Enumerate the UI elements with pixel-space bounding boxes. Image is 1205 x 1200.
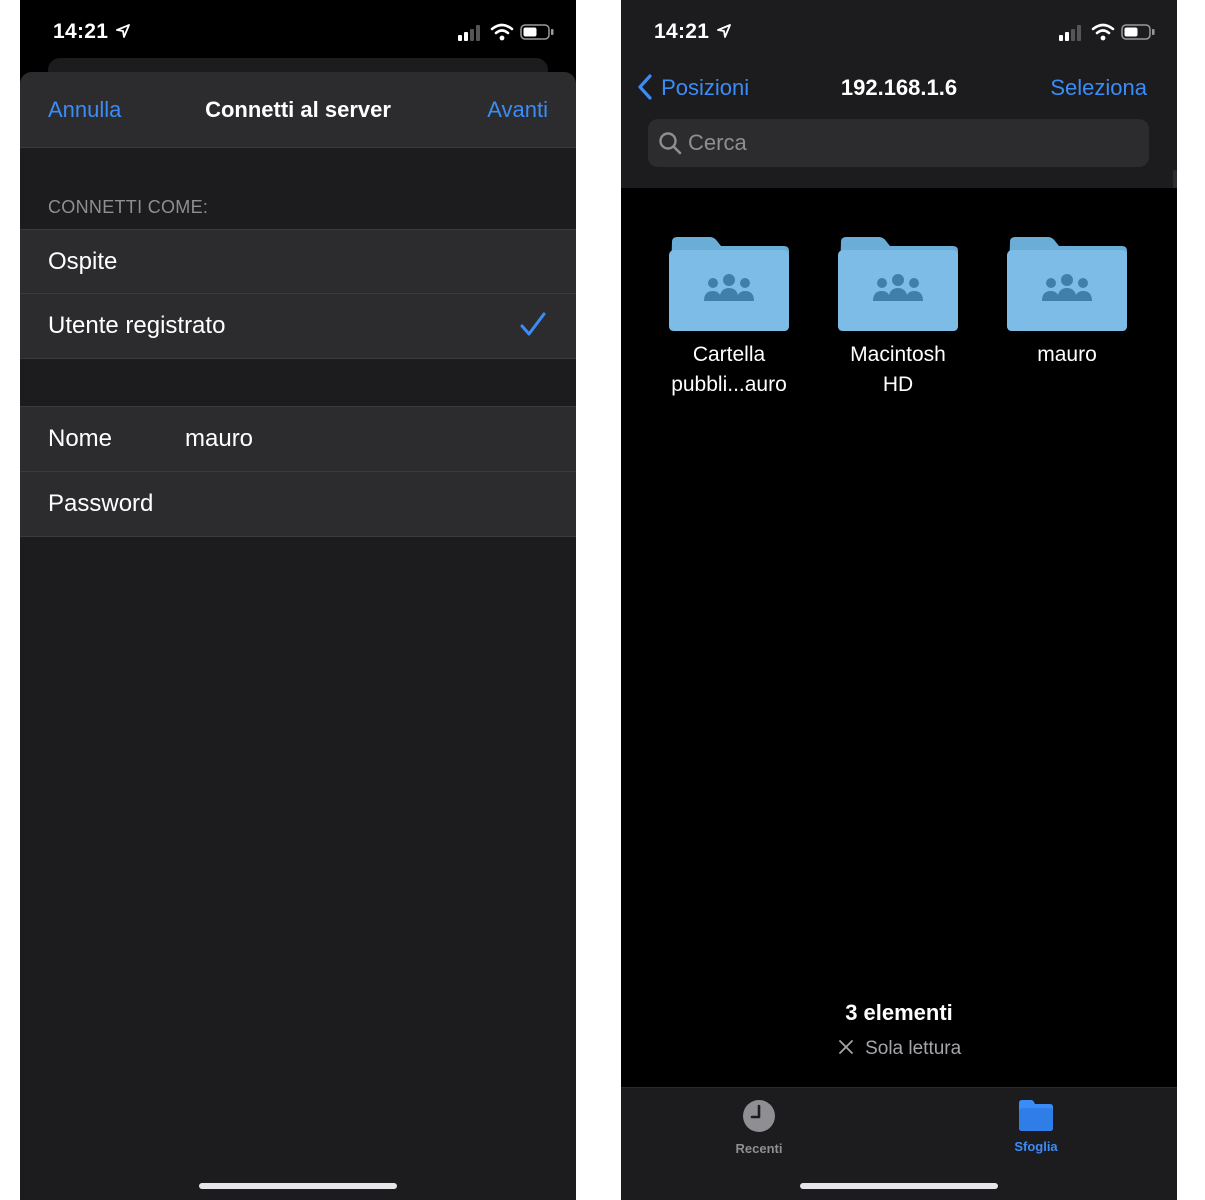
cellular-signal-icon — [1059, 25, 1085, 41]
option-label: Ospite — [48, 248, 118, 275]
folder-name-line: mauro — [1037, 343, 1097, 366]
folder-name-line: Macintosh — [850, 343, 946, 366]
next-button[interactable]: Avanti — [487, 97, 548, 123]
status-time: 14:21 — [654, 20, 710, 43]
location-arrow-icon — [116, 24, 130, 43]
status-bar: 14:21 — [621, 0, 1177, 66]
pencil-slash-icon — [837, 1038, 865, 1059]
select-button[interactable]: Seleziona — [1050, 75, 1147, 101]
tab-label: Recenti — [735, 1141, 783, 1156]
battery-icon — [1121, 24, 1155, 45]
item-count: 3 elementi — [845, 1000, 953, 1025]
status-time: 14:21 — [53, 20, 109, 43]
folder-item[interactable]: Macintosh HD — [823, 236, 973, 400]
option-guest[interactable]: Ospite — [20, 229, 576, 294]
battery-icon — [520, 24, 554, 45]
folder-name-line: HD — [882, 373, 914, 396]
shared-folder-icon — [838, 237, 958, 331]
field-label: Nome — [48, 425, 113, 452]
option-registered-user[interactable]: Utente registrato — [20, 293, 576, 359]
home-indicator — [800, 1183, 998, 1189]
folder-name: mauro — [992, 340, 1142, 370]
status-bar: 14:21 — [20, 0, 576, 66]
tab-browse[interactable]: Sfoglia — [976, 1098, 1096, 1154]
cellular-signal-icon — [458, 25, 484, 41]
checkmark-icon — [520, 312, 546, 343]
sheet-navigation-bar: Annulla Connetti al server Avanti — [20, 72, 576, 148]
search-placeholder: Cerca — [688, 130, 747, 155]
files-browser-screen: 14:21 Posizioni 192.168.1.6 Seleziona Ce… — [621, 0, 1177, 1200]
folder-name: Macintosh HD — [823, 340, 973, 400]
search-field[interactable]: Cerca — [648, 119, 1149, 167]
read-only-status: Sola lettura — [621, 1038, 1177, 1060]
location-arrow-icon — [717, 24, 731, 43]
read-only-label: Sola lettura — [865, 1038, 962, 1059]
shared-folder-icon — [669, 237, 789, 331]
folder-icon — [1017, 1100, 1055, 1135]
tab-label: Sfoglia — [1014, 1139, 1058, 1154]
name-field[interactable]: Nome mauro — [20, 406, 576, 471]
shared-folder-icon — [1007, 237, 1127, 331]
folder-item[interactable]: Cartella pubbli...auro — [654, 236, 804, 400]
folder-item[interactable]: mauro — [992, 236, 1142, 370]
connect-sheet: Annulla Connetti al server Avanti CONNET… — [20, 72, 576, 1200]
name-input[interactable]: mauro — [185, 425, 253, 453]
tab-recents[interactable]: Recenti — [699, 1098, 819, 1156]
folder-name: Cartella pubbli...auro — [654, 340, 804, 400]
search-icon — [658, 131, 682, 160]
section-header: CONNETTI COME: — [48, 197, 209, 217]
home-indicator — [199, 1183, 397, 1189]
field-label: Password — [48, 490, 154, 517]
connect-server-screen: 14:21 Annulla Connetti al server Avanti … — [20, 0, 576, 1200]
password-field[interactable]: Password — [20, 471, 576, 537]
wifi-icon — [490, 23, 514, 46]
folder-grid: Cartella pubbli...auro Macintosh HD maur… — [621, 188, 1177, 1088]
clock-icon — [741, 1100, 777, 1137]
folder-name-line: pubbli...auro — [671, 373, 787, 396]
files-header: 14:21 Posizioni 192.168.1.6 Seleziona Ce… — [621, 0, 1177, 188]
option-label: Utente registrato — [48, 312, 226, 339]
folder-name-line: Cartella — [692, 343, 766, 366]
wifi-icon — [1091, 23, 1115, 46]
